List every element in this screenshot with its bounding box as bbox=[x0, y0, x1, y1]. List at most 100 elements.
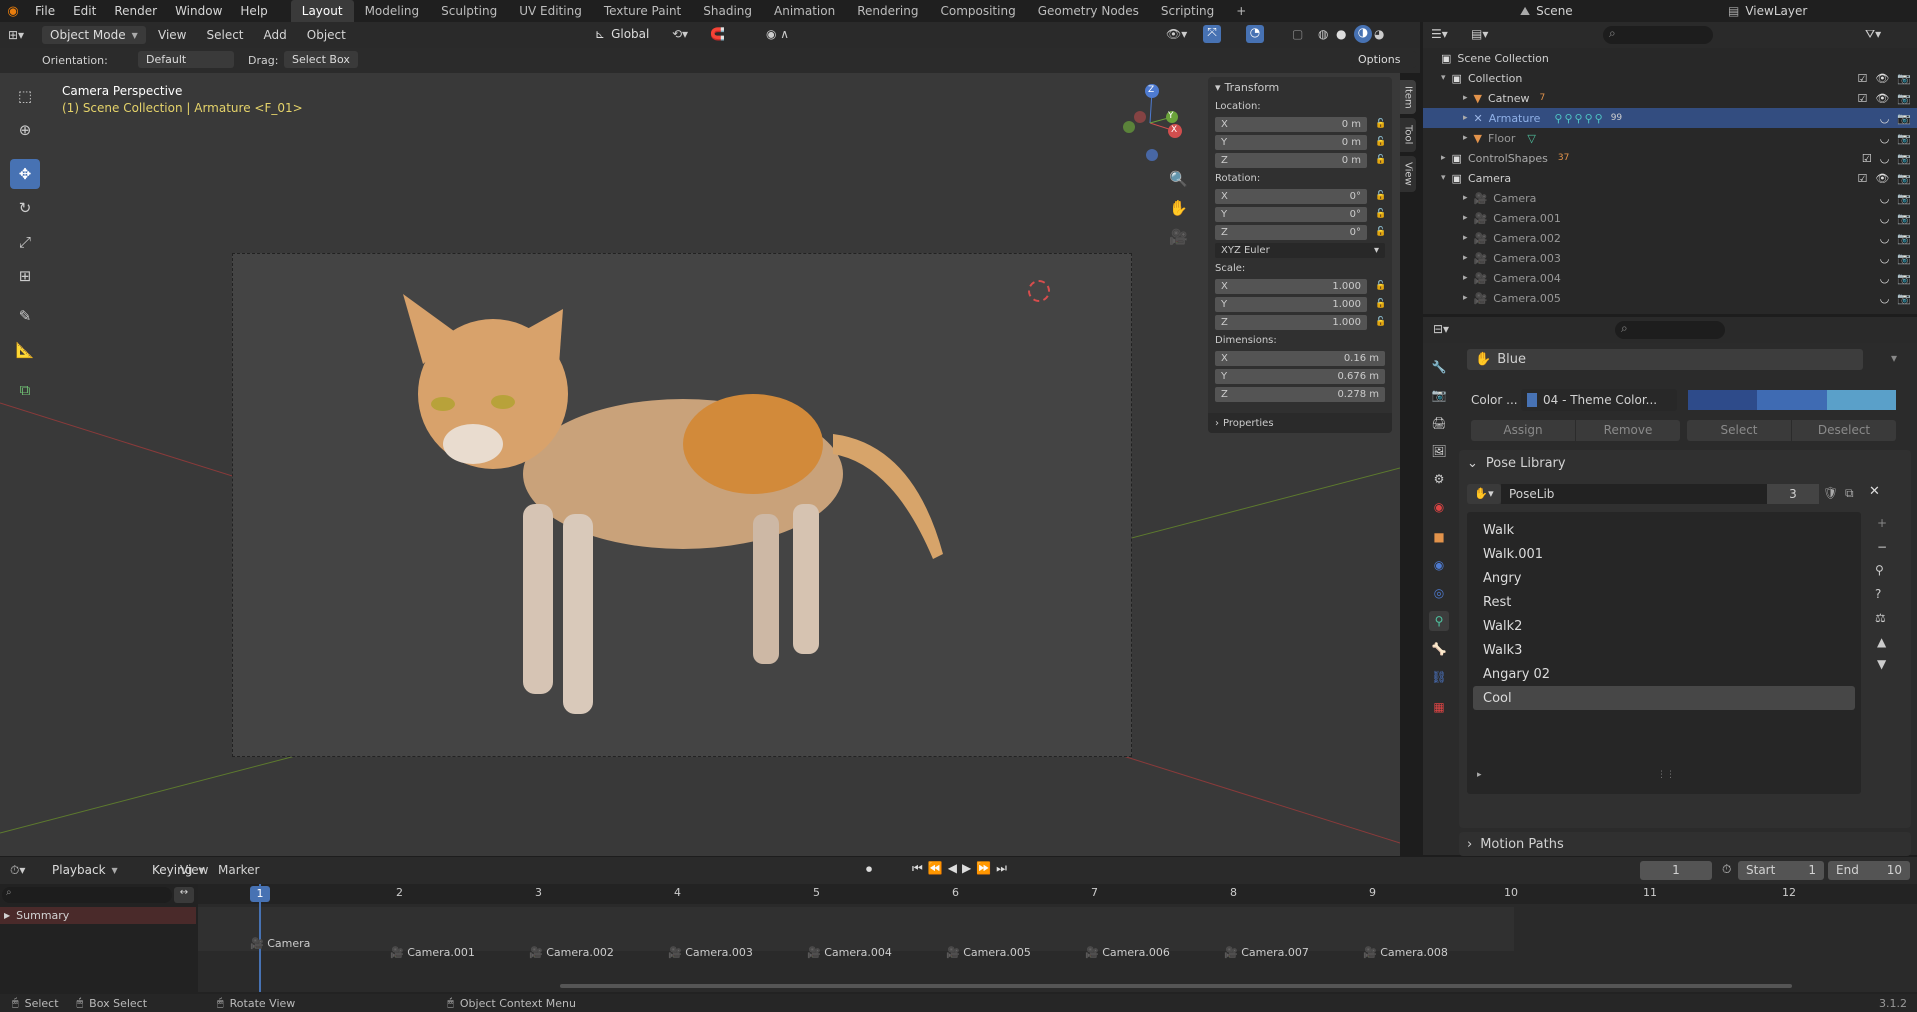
poselib-users-count[interactable]: 3 bbox=[1767, 484, 1819, 504]
marker-camera-004[interactable]: 🎥 Camera.004 bbox=[807, 946, 892, 959]
shading-wireframe-icon[interactable]: ◍ bbox=[1318, 27, 1328, 41]
workspace-tab-animation[interactable]: Animation bbox=[763, 0, 846, 22]
workspace-tab-rendering[interactable]: Rendering bbox=[846, 0, 929, 22]
remove-button[interactable]: Remove bbox=[1576, 420, 1680, 441]
workspace-tab-compositing[interactable]: Compositing bbox=[929, 0, 1026, 22]
outliner-row-camera-002[interactable]: ▸ 🎥 Camera.002 ◡ 📷 bbox=[1423, 228, 1917, 248]
world-tab-icon[interactable]: ◉ bbox=[1429, 497, 1449, 517]
outliner-row-camera[interactable]: ▸ 🎥 Camera ◡ 📷 bbox=[1423, 188, 1917, 208]
menu-view[interactable]: View bbox=[150, 26, 194, 44]
lock-icon[interactable]: 🔓 bbox=[1375, 317, 1386, 327]
menu-object[interactable]: Object bbox=[299, 26, 354, 44]
transform-tool[interactable]: ⊞ bbox=[10, 261, 40, 291]
modifiers-tab-icon[interactable]: ◉ bbox=[1429, 555, 1449, 575]
display-mode-icon[interactable]: ▤▾ bbox=[1471, 27, 1488, 41]
color-set-dropdown[interactable]: 04 - Theme Color... bbox=[1521, 389, 1677, 411]
outliner-row-scene-collection[interactable]: ▣ Scene Collection bbox=[1423, 48, 1917, 68]
menu-file[interactable]: File bbox=[26, 4, 64, 18]
rotate-tool[interactable]: ↻ bbox=[10, 193, 40, 223]
tool-tab-icon[interactable]: 🔧 bbox=[1429, 357, 1449, 377]
outliner-row-armature[interactable]: ▸ ✕ Armature ⚲⚲⚲⚲⚲ 99 ◡ 📷 bbox=[1423, 108, 1917, 128]
outliner-row-controlshapes[interactable]: ▸ ▣ ControlShapes 37 ☑ ◡ 📷 bbox=[1423, 148, 1917, 168]
list-filter-arrow-icon[interactable]: ▸ bbox=[1477, 770, 1482, 780]
dimension-z-field[interactable]: Z 0.278 m bbox=[1215, 386, 1385, 402]
mode-dropdown[interactable]: Object Mode ▼ bbox=[42, 26, 146, 44]
bone-group-field[interactable]: ✋ Blue bbox=[1467, 349, 1863, 370]
workspace-tab-texture-paint[interactable]: Texture Paint bbox=[593, 0, 692, 22]
transform-orientation-dropdown[interactable]: ⊾ Global bbox=[587, 25, 661, 43]
scale-tool[interactable]: ⤢ bbox=[10, 227, 40, 257]
outliner-editor-icon[interactable]: ☰▾ bbox=[1431, 27, 1448, 41]
scale-y-field[interactable]: Y 1.000 bbox=[1215, 296, 1367, 312]
current-frame-field[interactable]: 1 bbox=[1640, 861, 1712, 880]
timeline-marker-menu[interactable]: Marker bbox=[218, 863, 259, 877]
marker-camera[interactable]: 🎥 Camera bbox=[250, 937, 310, 950]
lock-icon[interactable]: 🔓 bbox=[1375, 155, 1386, 165]
deselect-button[interactable]: Deselect bbox=[1792, 420, 1896, 441]
gizmo-toggle-icon[interactable]: ⤧ bbox=[1203, 25, 1221, 43]
playhead-frame-badge[interactable]: 1 bbox=[250, 886, 270, 902]
lock-icon[interactable]: 🔓 bbox=[1375, 299, 1386, 309]
outliner-row-floor[interactable]: ▸ ▼ Floor ▽ ◡ 📷 bbox=[1423, 128, 1917, 148]
workspace-tab-scripting[interactable]: Scripting bbox=[1150, 0, 1225, 22]
workspace-tab-layout[interactable]: Layout bbox=[290, 0, 354, 22]
select-button[interactable]: Select bbox=[1687, 420, 1791, 441]
end-frame-field[interactable]: End 10 bbox=[1828, 861, 1910, 880]
viewlayer-name[interactable]: ViewLayer bbox=[1745, 4, 1807, 18]
zoom-icon[interactable]: 🔍 bbox=[1169, 170, 1188, 188]
select-box-tool[interactable]: ⬚ bbox=[10, 81, 40, 111]
outliner[interactable]: ☰▾ ▤▾ ⌕ ⛛▾ ▣ Scene Collection ▾ ▣ Collectio… bbox=[1423, 22, 1917, 314]
outliner-row-catnew[interactable]: ▸ ▼ Catnew 7 ☑ 👁 📷 bbox=[1423, 88, 1917, 108]
shading-rendered-icon[interactable]: ◕ bbox=[1374, 27, 1384, 41]
editor-type-icon[interactable]: ⊞▾ bbox=[8, 28, 38, 42]
physics-tab-icon[interactable]: ◎ bbox=[1429, 583, 1449, 603]
outliner-row-camera-003[interactable]: ▸ 🎥 Camera.003 ◡ 📷 bbox=[1423, 248, 1917, 268]
visibility-toggles[interactable]: ◡ 📷 bbox=[1880, 132, 1911, 145]
transform-panel-header[interactable]: ▾ Transform bbox=[1208, 77, 1392, 97]
dopesheet-area[interactable]: 1 2 3 4 5 6 7 8 9 10 11 12 🎥 Camera 🎥 Ca… bbox=[198, 884, 1917, 992]
color-swatches[interactable] bbox=[1688, 390, 1896, 410]
pose-item-cool[interactable]: Cool bbox=[1473, 686, 1855, 710]
rotation-y-field[interactable]: Y 0° bbox=[1215, 206, 1367, 222]
timeline-search-input[interactable]: ⌕ bbox=[2, 887, 172, 903]
properties-editor-icon[interactable]: ⊟▾ bbox=[1433, 322, 1449, 336]
properties-panel-header[interactable]: › Properties bbox=[1208, 413, 1392, 433]
location-y-field[interactable]: Y 0 m bbox=[1215, 134, 1367, 150]
timeline-editor-icon[interactable]: ⏱▾ bbox=[10, 863, 25, 878]
armature-data-tab-icon[interactable]: ⚲ bbox=[1429, 611, 1449, 631]
cat-model[interactable] bbox=[233, 254, 1133, 758]
outliner-row-camera-005[interactable]: ▸ 🎥 Camera.005 ◡ 📷 bbox=[1423, 288, 1917, 308]
add-cube-tool[interactable]: ⧉ bbox=[10, 375, 40, 405]
timeline-view-menu[interactable]: View bbox=[180, 863, 208, 877]
record-icon[interactable]: ⏺ bbox=[866, 862, 872, 877]
marker-camera-008[interactable]: 🎥 Camera.008 bbox=[1363, 946, 1448, 959]
workspace-tab-geometry-nodes[interactable]: Geometry Nodes bbox=[1027, 0, 1150, 22]
pose-item-rest[interactable]: Rest bbox=[1473, 590, 1855, 614]
move-tool[interactable]: ✥ bbox=[10, 159, 40, 189]
remove-pose-icon[interactable]: − bbox=[1877, 540, 1887, 554]
view-layer-tab-icon[interactable]: 🖼 bbox=[1429, 441, 1449, 461]
workspace-tab-uv-editing[interactable]: UV Editing bbox=[508, 0, 593, 22]
preview-range-icon[interactable]: ⏱ bbox=[1722, 862, 1731, 877]
add-workspace-button[interactable]: + bbox=[1225, 0, 1257, 22]
visibility-toggles[interactable]: ☑ 👁 📷 bbox=[1857, 172, 1911, 185]
rotation-z-field[interactable]: Z 0° bbox=[1215, 224, 1367, 240]
texture-tab-icon[interactable]: ▦ bbox=[1429, 697, 1449, 717]
proportional-edit-icon[interactable]: ◉ ∧ bbox=[766, 27, 789, 41]
scale-z-field[interactable]: Z 1.000 bbox=[1215, 314, 1367, 330]
duplicate-icon[interactable]: ⧉ bbox=[1845, 486, 1854, 501]
marker-camera-002[interactable]: 🎥 Camera.002 bbox=[529, 946, 614, 959]
visibility-toggles[interactable]: ◡ 📷 bbox=[1880, 112, 1911, 125]
outliner-row-collection[interactable]: ▾ ▣ Collection ☑ 👁 📷 bbox=[1423, 68, 1917, 88]
timeline-editor[interactable]: ⏱▾ Playback ▼ Keying ▼ View Marker ⏺ ⏮⏪◀▶⏩… bbox=[0, 857, 1917, 995]
filter-icon[interactable]: ⛛▾ bbox=[1865, 27, 1881, 42]
dimension-y-field[interactable]: Y 0.676 m bbox=[1215, 368, 1385, 384]
scale-x-field[interactable]: X 1.000 bbox=[1215, 278, 1367, 294]
marker-camera-003[interactable]: 🎥 Camera.003 bbox=[668, 946, 753, 959]
start-frame-field[interactable]: Start 1 bbox=[1738, 861, 1824, 880]
outliner-search-input[interactable]: ⌕ bbox=[1603, 26, 1713, 44]
lock-icon[interactable]: 🔓 bbox=[1375, 119, 1386, 129]
menu-add[interactable]: Add bbox=[256, 26, 295, 44]
shading-solid-icon[interactable]: ● bbox=[1336, 27, 1346, 41]
workspace-tab-modeling[interactable]: Modeling bbox=[354, 0, 431, 22]
